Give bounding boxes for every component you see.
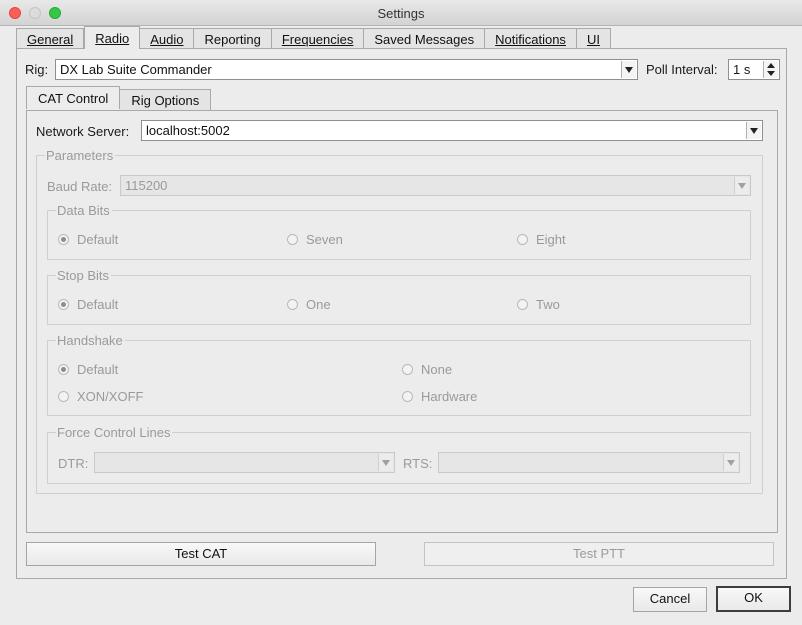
network-server-label: Network Server: — [36, 124, 130, 139]
tab-radio[interactable]: Radio — [84, 26, 141, 49]
baud-rate-label: Baud Rate: — [47, 179, 113, 194]
rig-label: Rig: — [25, 62, 49, 77]
chevron-down-icon[interactable] — [378, 454, 393, 471]
data-bits-default-radio[interactable]: Default — [58, 231, 118, 247]
stop-bits-group — [47, 275, 751, 325]
data-bits-eight-radio[interactable]: Eight — [517, 231, 566, 247]
chevron-down-icon[interactable] — [734, 177, 749, 194]
tab-notifications[interactable]: Notifications — [485, 28, 577, 49]
handshake-group — [47, 340, 751, 416]
poll-interval-label: Poll Interval: — [646, 62, 718, 77]
tab-audio[interactable]: Audio — [140, 28, 195, 49]
cancel-button[interactable]: Cancel — [633, 587, 707, 612]
network-server-value: localhost:5002 — [146, 123, 230, 138]
data-bits-title: Data Bits — [56, 203, 112, 218]
network-server-select[interactable]: localhost:5002 — [141, 120, 763, 141]
data-bits-seven-radio[interactable]: Seven — [287, 231, 343, 247]
dtr-select[interactable] — [94, 452, 395, 473]
chevron-down-icon[interactable] — [723, 454, 738, 471]
stop-bits-two-radio[interactable]: Two — [517, 296, 560, 312]
handshake-hardware-radio[interactable]: Hardware — [402, 388, 477, 404]
chevron-down-icon[interactable] — [621, 61, 636, 78]
rts-select[interactable] — [438, 452, 740, 473]
parameters-title: Parameters — [45, 148, 116, 163]
rig-value: DX Lab Suite Commander — [60, 62, 212, 77]
tab-reporting[interactable]: Reporting — [194, 28, 272, 49]
ok-button[interactable]: OK — [716, 586, 791, 612]
title-bar: Settings — [0, 0, 802, 26]
stop-bits-one-radio[interactable]: One — [287, 296, 331, 312]
poll-interval-spinbox[interactable]: 1 s — [728, 59, 780, 80]
data-bits-group — [47, 210, 751, 260]
test-cat-button[interactable]: Test CAT — [26, 542, 376, 566]
tab-rig-options[interactable]: Rig Options — [120, 89, 212, 110]
tab-cat-control[interactable]: CAT Control — [26, 86, 121, 109]
stop-bits-title: Stop Bits — [56, 268, 112, 283]
rig-select[interactable]: DX Lab Suite Commander — [55, 59, 638, 80]
window-title: Settings — [377, 6, 425, 21]
handshake-title: Handshake — [56, 333, 125, 348]
test-ptt-button[interactable]: Test PTT — [424, 542, 774, 566]
stop-bits-default-radio[interactable]: Default — [58, 296, 118, 312]
dtr-label: DTR: — [58, 456, 89, 471]
baud-rate-value: 115200 — [125, 178, 168, 193]
handshake-none-radio[interactable]: None — [402, 361, 452, 377]
tab-ui[interactable]: UI — [576, 28, 611, 49]
settings-tab-bar: General Radio Audio Reporting Frequencie… — [16, 26, 611, 49]
handshake-xonxoff-radio[interactable]: XON/XOFF — [58, 388, 143, 404]
poll-interval-value: 1 s — [733, 62, 751, 77]
tab-saved-messages[interactable]: Saved Messages — [364, 28, 486, 49]
chevron-down-icon[interactable] — [746, 122, 761, 139]
spin-arrows-icon[interactable] — [763, 61, 778, 78]
sub-tab-bar: CAT Control Rig Options — [26, 86, 212, 111]
rts-label: RTS: — [403, 456, 433, 471]
baud-rate-select[interactable]: 115200 — [120, 175, 751, 196]
tab-general[interactable]: General — [16, 28, 85, 49]
force-control-lines-title: Force Control Lines — [56, 425, 173, 440]
handshake-default-radio[interactable]: Default — [58, 361, 118, 377]
tab-frequencies[interactable]: Frequencies — [271, 28, 365, 49]
